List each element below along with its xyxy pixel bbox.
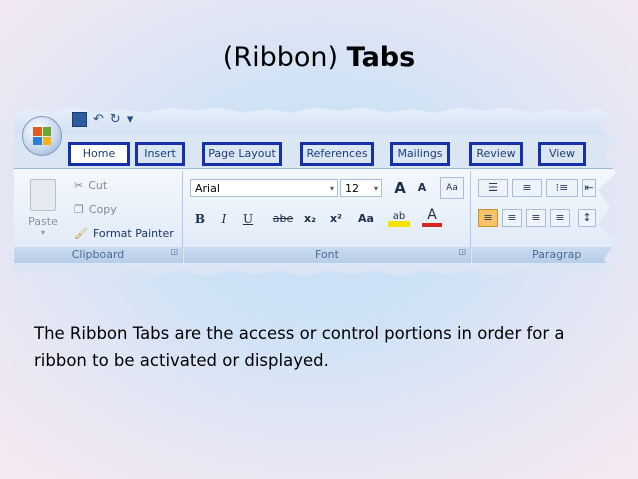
title-bold: Tabs: [346, 42, 416, 73]
grow-font-button[interactable]: A: [390, 178, 410, 198]
align-left-icon[interactable]: ≡: [478, 209, 498, 227]
change-case-button[interactable]: Aa: [354, 209, 378, 229]
chevron-down-icon[interactable]: ▾: [374, 180, 378, 198]
clipboard-group: Paste ▾ ✂ Cut ❐ Copy 🖌 Format Painter Cl…: [14, 171, 183, 263]
align-center-icon[interactable]: ≡: [502, 209, 522, 227]
clipboard-group-label: Clipboard ◲: [14, 247, 182, 263]
subscript-button[interactable]: x₂: [300, 209, 320, 229]
scissors-icon: ✂: [74, 179, 84, 192]
ribbon-tab-row: Home Insert Page Layout References Maili…: [14, 138, 616, 168]
justify-icon[interactable]: ≡: [550, 209, 570, 227]
paintbrush-icon: 🖌: [74, 227, 88, 240]
tab-mailings[interactable]: Mailings: [390, 142, 450, 166]
slide-title: (Ribbon) Tabs: [0, 42, 638, 73]
redo-icon[interactable]: ↻: [110, 112, 121, 127]
copy-button[interactable]: ❐ Copy: [74, 203, 117, 216]
italic-button[interactable]: I: [214, 209, 234, 229]
numbering-icon[interactable]: ≡: [512, 179, 542, 197]
quick-access-toolbar: ↶ ↻ ▾: [72, 112, 133, 127]
decrease-indent-icon[interactable]: ⇤: [582, 179, 596, 197]
dialog-launcher-icon[interactable]: ◲: [458, 244, 466, 260]
tab-view[interactable]: View: [538, 142, 586, 166]
office-button[interactable]: [22, 116, 62, 156]
tab-review[interactable]: Review: [469, 142, 523, 166]
font-name-box[interactable]: Arial ▾: [190, 179, 338, 197]
paragraph-group: ☰ ≡ ⁝≡ ⇤ ≡ ≡ ≡ ≡ ↕ Paragrap: [472, 171, 616, 263]
customize-qat-icon[interactable]: ▾: [127, 112, 134, 127]
office-logo-icon: [33, 127, 51, 145]
title-plain: (Ribbon): [222, 42, 339, 73]
format-painter-button[interactable]: 🖌 Format Painter: [74, 227, 174, 240]
tab-home[interactable]: Home: [68, 142, 130, 166]
slide-body-text: The Ribbon Tabs are the access or contro…: [34, 324, 565, 370]
dialog-launcher-icon[interactable]: ◲: [170, 244, 178, 260]
font-color-button[interactable]: A: [422, 207, 442, 227]
cut-button[interactable]: ✂ Cut: [74, 179, 107, 192]
multilevel-list-icon[interactable]: ⁝≡: [546, 179, 578, 197]
chevron-down-icon[interactable]: ▾: [330, 180, 334, 198]
save-icon[interactable]: [72, 112, 87, 127]
format-painter-label: Format Painter: [92, 227, 174, 240]
paste-label: Paste: [28, 215, 58, 228]
superscript-button[interactable]: x²: [326, 209, 346, 229]
shrink-font-button[interactable]: A: [412, 178, 432, 198]
font-group-label: Font ◲: [184, 247, 470, 263]
clear-formatting-icon[interactable]: Aa: [440, 177, 464, 199]
ribbon-panel: Paste ▾ ✂ Cut ❐ Copy 🖌 Format Painter Cl…: [14, 168, 616, 267]
undo-icon[interactable]: ↶: [93, 112, 104, 127]
bold-button[interactable]: B: [190, 209, 210, 229]
strikethrough-button[interactable]: abe: [270, 209, 296, 229]
paste-button[interactable]: Paste ▾: [28, 179, 58, 237]
tab-references[interactable]: References: [300, 142, 374, 166]
clipboard-icon: [30, 179, 56, 211]
line-spacing-icon[interactable]: ↕: [578, 209, 596, 227]
ribbon-screenshot: ↶ ↻ ▾ Home Insert Page Layout References…: [14, 107, 616, 276]
title-bar: ↶ ↻ ▾: [14, 107, 616, 134]
underline-button[interactable]: U: [238, 209, 258, 229]
bullets-icon[interactable]: ☰: [478, 179, 508, 197]
copy-label: Copy: [88, 203, 117, 216]
font-group: Arial ▾ 12 ▾ A A Aa B I U abe x₂ x² Aa ab …: [184, 171, 471, 263]
text-highlight-button[interactable]: ab: [388, 207, 410, 227]
paragraph-group-label: Paragrap: [472, 247, 616, 263]
tab-insert[interactable]: Insert: [135, 142, 185, 166]
cut-label: Cut: [88, 179, 108, 192]
font-size-box[interactable]: 12 ▾: [340, 179, 382, 197]
tab-page-layout[interactable]: Page Layout: [202, 142, 282, 166]
align-right-icon[interactable]: ≡: [526, 209, 546, 227]
copy-icon: ❐: [74, 203, 84, 216]
